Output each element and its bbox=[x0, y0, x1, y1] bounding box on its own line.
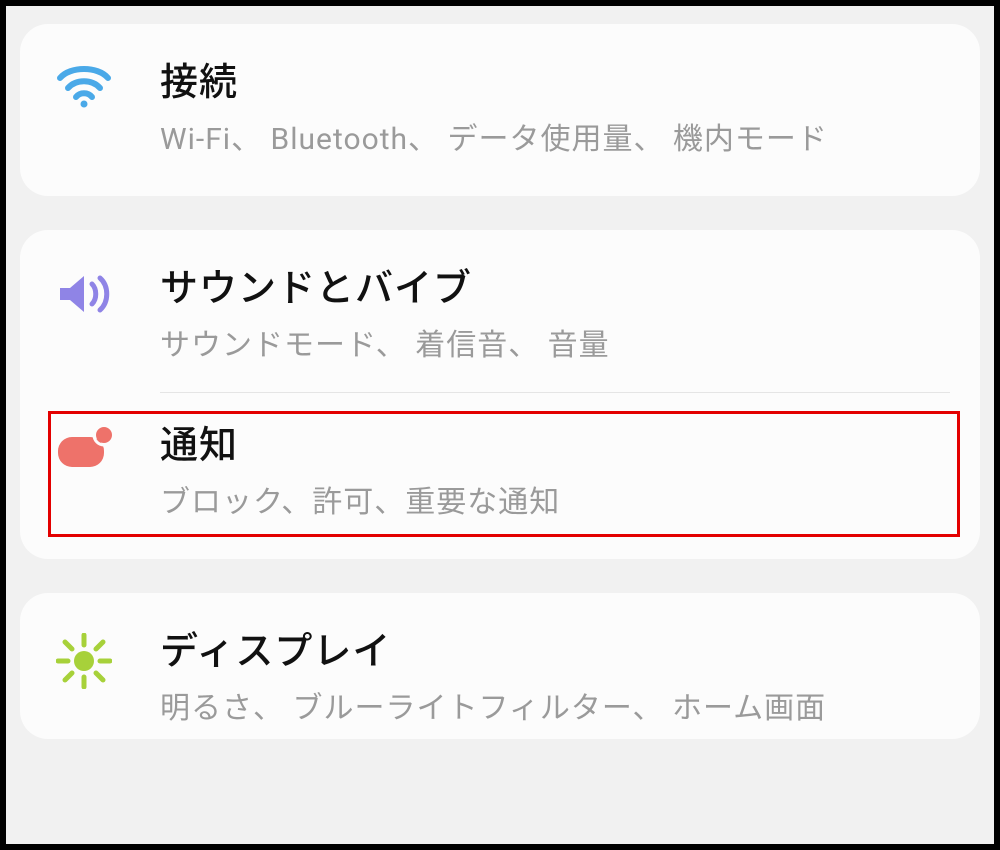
settings-item-connections[interactable]: 接続 Wi-Fi、 Bluetooth、 データ使用量、 機内モード bbox=[20, 24, 980, 196]
settings-item-subtitle: 明るさ、 ブルーライトフィルター、 ホーム画面 bbox=[160, 689, 950, 730]
brightness-icon bbox=[50, 629, 160, 689]
settings-item-subtitle: Wi-Fi、 Bluetooth、 データ使用量、 機内モード bbox=[160, 120, 950, 161]
settings-group-display: ディスプレイ 明るさ、 ブルーライトフィルター、 ホーム画面 bbox=[20, 593, 980, 739]
settings-list: 接続 Wi-Fi、 Bluetooth、 データ使用量、 機内モード サウンドと… bbox=[6, 6, 994, 739]
settings-item-text: ディスプレイ 明るさ、 ブルーライトフィルター、 ホーム画面 bbox=[160, 629, 950, 729]
notification-icon bbox=[50, 423, 160, 469]
settings-item-subtitle: ブロック、許可、重要な通知 bbox=[160, 483, 950, 524]
settings-group-connections: 接続 Wi-Fi、 Bluetooth、 データ使用量、 機内モード bbox=[20, 24, 980, 196]
settings-item-title: サウンドとバイブ bbox=[160, 266, 950, 314]
wifi-icon bbox=[50, 60, 160, 108]
settings-item-text: 接続 Wi-Fi、 Bluetooth、 データ使用量、 機内モード bbox=[160, 60, 950, 160]
settings-group-sound-notifications: サウンドとバイブ サウンドモード、 着信音、 音量 通知 ブロック、許可、重要な… bbox=[20, 230, 980, 559]
settings-item-title: ディスプレイ bbox=[160, 629, 950, 677]
settings-item-text: サウンドとバイブ サウンドモード、 着信音、 音量 bbox=[160, 266, 950, 366]
settings-item-notifications[interactable]: 通知 ブロック、許可、重要な通知 bbox=[20, 393, 980, 559]
settings-item-subtitle: サウンドモード、 着信音、 音量 bbox=[160, 326, 950, 367]
settings-item-text: 通知 ブロック、許可、重要な通知 bbox=[160, 423, 950, 523]
settings-item-display[interactable]: ディスプレイ 明るさ、 ブルーライトフィルター、 ホーム画面 bbox=[20, 593, 980, 739]
settings-item-sound[interactable]: サウンドとバイブ サウンドモード、 着信音、 音量 bbox=[20, 230, 980, 392]
speaker-icon bbox=[50, 266, 160, 318]
settings-item-title: 通知 bbox=[160, 423, 950, 471]
settings-item-title: 接続 bbox=[160, 60, 950, 108]
